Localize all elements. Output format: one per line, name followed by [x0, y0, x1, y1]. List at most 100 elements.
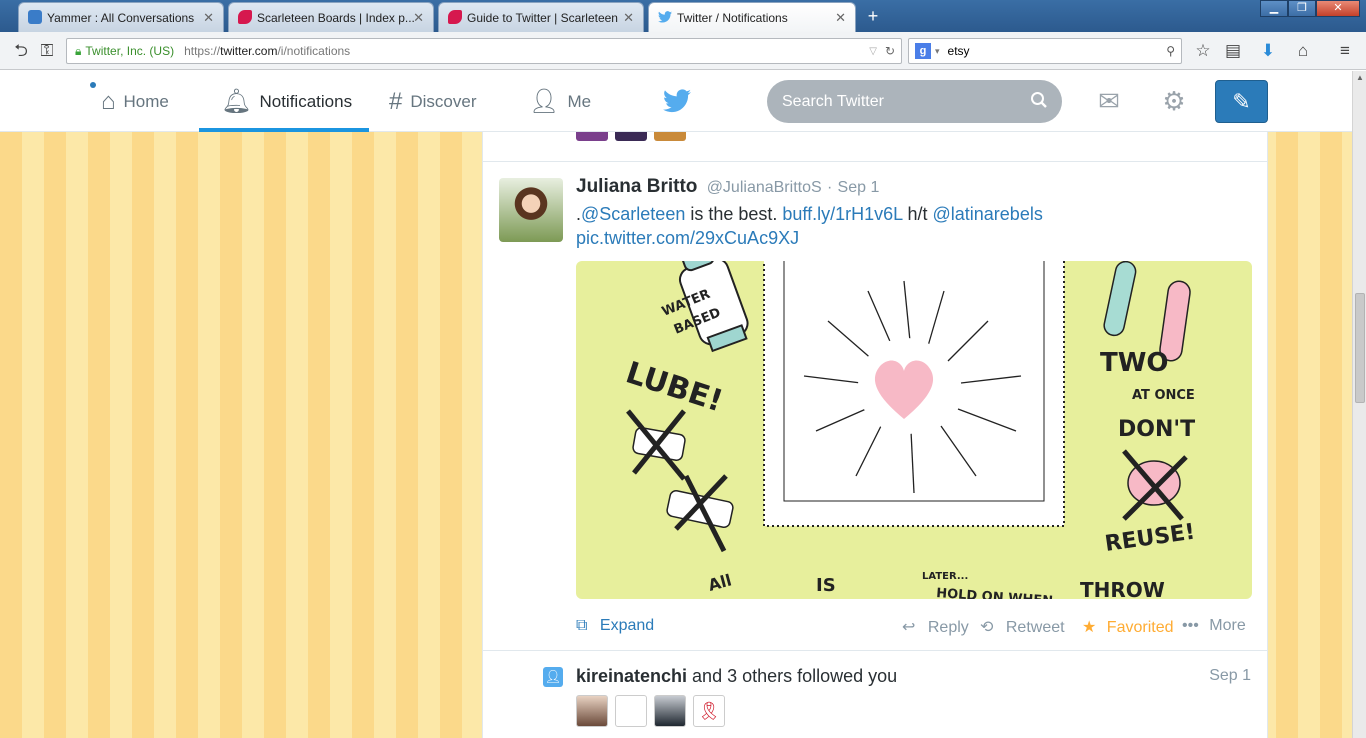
- browser-tab-yammer[interactable]: Yammer : All Conversations ✕: [18, 2, 224, 32]
- scarleteen-icon: [238, 10, 252, 24]
- close-tab-icon[interactable]: ✕: [413, 10, 424, 26]
- minimize-icon[interactable]: ▁: [1260, 0, 1288, 17]
- bookmarks-list-icon[interactable]: ▤: [1220, 38, 1246, 64]
- close-tab-icon[interactable]: ✕: [203, 10, 214, 26]
- expand-button[interactable]: ⧉ Expand: [576, 617, 654, 635]
- browser-search-bar[interactable]: g ▾ etsy ⚲: [908, 38, 1182, 64]
- more-button[interactable]: ••• More: [1182, 617, 1246, 635]
- nav-home[interactable]: ⌂ Home: [101, 71, 169, 132]
- back-arrow-icon[interactable]: ⮌: [8, 38, 34, 64]
- url-prefix: https://: [184, 44, 221, 58]
- page-scrollbar[interactable]: ▲: [1352, 71, 1366, 738]
- retweet-icon: ⟲: [980, 619, 994, 636]
- close-window-icon[interactable]: ✕: [1316, 0, 1360, 17]
- follower-avatar[interactable]: [576, 132, 608, 141]
- favorited-button[interactable]: ★ Favorited: [1082, 617, 1174, 637]
- close-tab-icon[interactable]: ✕: [623, 10, 634, 26]
- follow-date[interactable]: Sep 1: [1209, 667, 1251, 685]
- follower-avatar[interactable]: [654, 132, 686, 141]
- scroll-up-icon[interactable]: ▲: [1356, 73, 1364, 82]
- person-icon: 👤︎: [529, 88, 560, 115]
- quill-icon: ✎: [1232, 89, 1251, 114]
- url-path: /i/notifications: [277, 44, 351, 58]
- tweet[interactable]: Juliana Britto @JulianaBrittoS · Sep 1 .…: [483, 162, 1267, 651]
- cartoon-illustration: LUBE! WATER BASED TWO AT ONCE DON'T REUS…: [622, 261, 1197, 599]
- new-tab-button[interactable]: +: [862, 6, 884, 26]
- key-icon[interactable]: ⚿: [34, 38, 60, 64]
- search-icon[interactable]: [1030, 91, 1048, 109]
- nav-discover[interactable]: # Discover: [389, 71, 476, 132]
- engine-dropdown-icon[interactable]: ▾: [935, 46, 940, 57]
- twitter-bird-icon: [658, 11, 672, 23]
- media-text-reuse: REUSE!: [1103, 520, 1196, 557]
- google-icon[interactable]: g: [915, 43, 931, 59]
- follow-rest: and 3 others followed you: [687, 666, 898, 686]
- ribbon-icon: 🎗︎: [697, 701, 721, 721]
- dropdown-arrow-icon[interactable]: ▽: [869, 46, 877, 57]
- ellipsis-icon: •••: [1182, 617, 1199, 634]
- media-text-all: All: [706, 570, 733, 594]
- retweet-label: Retweet: [1005, 619, 1065, 636]
- media-text-two: TWO: [1100, 348, 1169, 378]
- twitter-search-input[interactable]: Search Twitter: [767, 80, 1062, 123]
- tab-title: Guide to Twitter | Scarleteen: [467, 10, 618, 25]
- pic-link[interactable]: pic.twitter.com/29xCuAc9XJ: [576, 228, 799, 248]
- nav-home-label: Home: [123, 91, 169, 111]
- follow-notification[interactable]: 👤︎ kireinatenchi and 3 others followed y…: [483, 651, 1267, 738]
- follower-avatar[interactable]: [615, 695, 647, 727]
- reply-button[interactable]: ↩ Reply: [902, 617, 969, 637]
- star-icon: ★: [1082, 619, 1097, 636]
- unread-dot: [90, 82, 96, 88]
- nav-notifications-label: Notifications: [259, 91, 353, 111]
- mention-link[interactable]: @Scarleteen: [581, 204, 685, 224]
- avatar[interactable]: [499, 178, 563, 242]
- browser-tab-guide-to-twitter[interactable]: Guide to Twitter | Scarleteen ✕: [438, 2, 644, 32]
- menu-icon[interactable]: ≡: [1332, 38, 1358, 64]
- gear-icon[interactable]: ⚙: [1158, 85, 1190, 117]
- site-identity: Twitter, Inc. (US): [85, 44, 175, 58]
- nav-discover-label: Discover: [410, 91, 477, 111]
- tweet-author-name[interactable]: Juliana Britto: [576, 176, 697, 197]
- messages-envelope-icon[interactable]: ✉: [1093, 85, 1125, 117]
- tweet-author-handle[interactable]: @JulianaBrittoS: [707, 179, 822, 196]
- nav-me[interactable]: 👤︎ Me: [529, 71, 591, 132]
- home-browser-icon[interactable]: ⌂: [1290, 38, 1316, 64]
- reload-icon[interactable]: ↻: [885, 44, 895, 58]
- tweet-actions: ⧉ Expand ↩ Reply ⟲ Retweet ★ Favorited •…: [576, 607, 1252, 647]
- retweet-button[interactable]: ⟲ Retweet: [980, 617, 1065, 637]
- text-hat-tip: h/t: [902, 204, 933, 224]
- search-icon[interactable]: ⚲: [1166, 44, 1175, 58]
- compose-tweet-button[interactable]: ✎: [1215, 80, 1268, 123]
- scroll-thumb[interactable]: [1355, 293, 1365, 403]
- follower-avatar[interactable]: [615, 132, 647, 141]
- browser-tab-scarleteen-boards[interactable]: Scarleteen Boards | Index p... ✕: [228, 2, 434, 32]
- search-placeholder: Search Twitter: [782, 92, 884, 110]
- person-follow-icon: 👤︎: [543, 667, 563, 687]
- restore-icon[interactable]: ❐: [1288, 0, 1316, 17]
- follower-avatar[interactable]: [576, 695, 608, 727]
- browser-tab-strip: Yammer : All Conversations ✕ Scarleteen …: [0, 0, 1366, 33]
- bookmark-star-icon[interactable]: ☆: [1190, 38, 1216, 64]
- media-text-lube: LUBE!: [622, 355, 727, 419]
- follower-name[interactable]: kireinatenchi: [576, 666, 687, 686]
- favorited-label: Favorited: [1106, 619, 1174, 636]
- download-icon[interactable]: ⬇: [1255, 38, 1281, 64]
- nav-notifications[interactable]: 🔔︎ Notifications: [199, 71, 369, 132]
- browser-tab-twitter-notifications[interactable]: Twitter / Notifications ✕: [648, 2, 856, 33]
- media-text-later: LATER...: [922, 571, 968, 582]
- twitter-bird-icon[interactable]: [663, 89, 691, 113]
- follower-avatar[interactable]: [654, 695, 686, 727]
- tweet-date[interactable]: Sep 1: [838, 179, 880, 196]
- follower-avatar[interactable]: 🎗︎: [693, 695, 725, 727]
- mention-link[interactable]: @latinarebels: [933, 204, 1043, 224]
- notifications-stream: Juliana Britto @JulianaBrittoS · Sep 1 .…: [482, 132, 1268, 738]
- url-bar[interactable]: 🔒︎ Twitter, Inc. (US) https://twitter.co…: [66, 38, 902, 64]
- bell-icon: 🔔︎: [221, 88, 252, 115]
- close-tab-icon[interactable]: ✕: [835, 10, 846, 26]
- url-link[interactable]: buff.ly/1rH1v6L: [782, 204, 902, 224]
- tweet-header: Juliana Britto @JulianaBrittoS · Sep 1: [576, 176, 879, 198]
- tweet-media-image[interactable]: LUBE! WATER BASED TWO AT ONCE DON'T REUS…: [576, 261, 1252, 599]
- media-text-at-once: AT ONCE: [1132, 388, 1195, 403]
- twitter-topbar: ⌂ Home 🔔︎ Notifications # Discover 👤︎ Me…: [0, 71, 1352, 132]
- media-text-hold: HOLD ON WHEN: [936, 586, 1054, 599]
